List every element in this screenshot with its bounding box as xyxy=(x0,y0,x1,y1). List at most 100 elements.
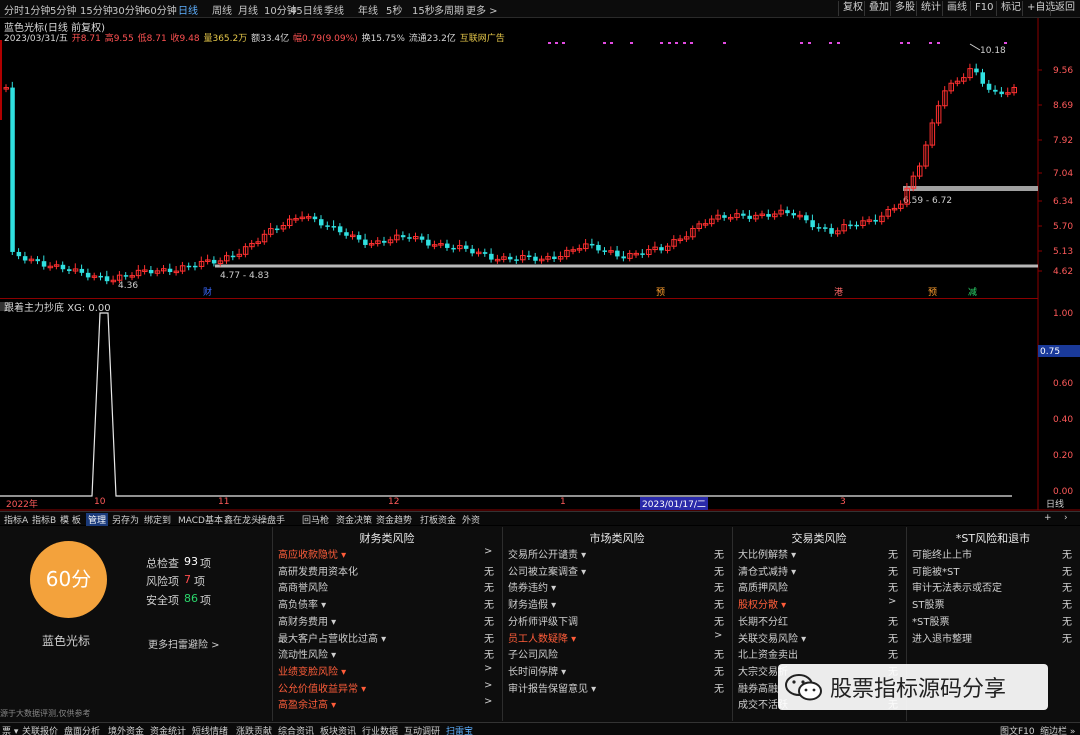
indicator-tab-1[interactable]: 指标B xyxy=(32,513,56,526)
period-13[interactable]: 5秒 xyxy=(386,2,402,17)
status-item-0[interactable]: 票 ▾ xyxy=(2,724,18,735)
indicator-tab-0[interactable]: 指标A xyxy=(4,513,28,526)
risk-row[interactable]: 员工人数疑降 ▾ xyxy=(508,630,576,645)
period-1[interactable]: 1分钟 xyxy=(24,2,50,17)
toolbar-right-3[interactable]: 统计 xyxy=(916,1,945,16)
indicator-tab-6[interactable]: MACD基本 xyxy=(178,513,223,526)
status-item-6[interactable]: 涨跌贡献 xyxy=(236,724,272,735)
risk-row[interactable]: 流动性风险 ▾ xyxy=(278,646,336,661)
period-12[interactable]: 年线 xyxy=(358,2,378,17)
period-2[interactable]: 5分钟 xyxy=(50,2,76,17)
candle-down xyxy=(640,253,645,255)
risk-row[interactable]: 融券高融 xyxy=(738,680,778,695)
status-item-9[interactable]: 行业数据 xyxy=(362,724,398,735)
risk-row[interactable]: 分析师评级下调 xyxy=(508,613,578,628)
price-tick-label: 8.69 xyxy=(1053,101,1073,111)
period-0[interactable]: 分时 xyxy=(4,2,24,17)
risk-row[interactable]: ST股票 xyxy=(912,596,944,611)
risk-row-value: 无 xyxy=(714,616,724,628)
risk-row[interactable]: 高财务费用 ▾ xyxy=(278,613,336,628)
status-item-4[interactable]: 资金统计 xyxy=(150,724,186,735)
period-16[interactable]: 更多 > xyxy=(466,2,498,17)
risk-row[interactable]: *ST股票 xyxy=(912,613,949,628)
risk-row[interactable]: 清仓式减持 ▾ xyxy=(738,563,796,578)
xaxis-period[interactable]: 日线 xyxy=(1046,497,1064,510)
period-5[interactable]: 60分钟 xyxy=(144,2,177,17)
candle-down xyxy=(589,243,595,246)
risk-row[interactable]: 高商誉风险 xyxy=(278,579,328,594)
indicator-tab-3[interactable]: 管理 xyxy=(86,513,109,526)
risk-row[interactable]: 长时间停牌 ▾ xyxy=(508,663,566,678)
toolbar-right-6[interactable]: 标记 xyxy=(996,1,1025,16)
risk-row[interactable]: 关联交易风险 ▾ xyxy=(738,630,806,645)
candle-down xyxy=(148,269,154,274)
risk-row[interactable]: 大比例解禁 ▾ xyxy=(738,546,796,561)
indicator-tab-11[interactable]: 资金趋势 xyxy=(376,513,412,526)
status-item-2[interactable]: 盘面分析 xyxy=(64,724,100,735)
risk-row[interactable]: 可能终止上市 xyxy=(912,546,972,561)
risk-row[interactable]: 财务造假 ▾ xyxy=(508,596,556,611)
toolbar-right-4[interactable]: 画线 xyxy=(942,1,971,16)
status-item-5[interactable]: 短线情绪 xyxy=(192,724,228,735)
risk-row[interactable]: 业绩变脸风险 ▾ xyxy=(278,663,346,678)
risk-row[interactable]: 子公司风险 xyxy=(508,646,558,661)
risk-row[interactable]: 可能被*ST xyxy=(912,563,959,578)
indicator-tab-12[interactable]: 打板资金 xyxy=(420,513,456,526)
status-item-10[interactable]: 互动调研 xyxy=(404,724,440,735)
indicator-tab-9[interactable]: 回马枪 xyxy=(302,513,329,526)
risk-row[interactable]: 债券违约 ▾ xyxy=(508,579,556,594)
period-11[interactable]: 季线 xyxy=(324,2,344,17)
toolbar-right-1[interactable]: 叠加 xyxy=(864,1,893,16)
tab-next-button[interactable]: › xyxy=(1064,513,1068,523)
period-15[interactable]: 多周期 xyxy=(434,2,464,17)
status-item-3[interactable]: 境外资金 xyxy=(108,724,144,735)
period-8[interactable]: 月线 xyxy=(238,2,258,17)
indicator-tab-4[interactable]: 另存为 xyxy=(112,513,139,526)
indicator-tab-13[interactable]: 外资 xyxy=(462,513,480,526)
indicator-tab-2[interactable]: 模 板 xyxy=(60,513,81,526)
period-7[interactable]: 周线 xyxy=(212,2,232,17)
risk-row[interactable]: 公允价值收益异常 ▾ xyxy=(278,680,366,695)
status-item-7[interactable]: 综合资讯 xyxy=(278,724,314,735)
toolbar-right-5[interactable]: F10 xyxy=(970,1,997,16)
status-item-1[interactable]: 关联报价 xyxy=(22,724,58,735)
risk-row[interactable]: 审计报告保留意见 ▾ xyxy=(508,680,596,695)
risk-row[interactable]: 股权分散 ▾ xyxy=(738,596,786,611)
period-3[interactable]: 15分钟 xyxy=(80,2,113,17)
candle-down xyxy=(331,226,337,228)
status-item-8[interactable]: 板块资讯 xyxy=(320,724,356,735)
risk-row[interactable]: 长期不分红 xyxy=(738,613,788,628)
signal-dot xyxy=(668,42,671,44)
price-tick-label: 9.56 xyxy=(1053,66,1073,76)
period-10[interactable]: 45日线 xyxy=(290,2,323,17)
band2-label: 6.59 - 6.72 xyxy=(903,196,952,206)
indicator-tab-5[interactable]: 绑定到 xyxy=(144,513,171,526)
risk-row[interactable]: 高质押风险 xyxy=(738,579,788,594)
status-right-1[interactable]: 缩边栏 » xyxy=(1040,724,1075,735)
toolbar-right-8[interactable]: 返回 xyxy=(1050,1,1079,16)
risk-row[interactable]: 进入退市整理 xyxy=(912,630,972,645)
risk-row[interactable]: 高研发费用资本化 xyxy=(278,563,358,578)
risk-row[interactable]: 公司被立案调查 ▾ xyxy=(508,563,586,578)
risk-row[interactable]: 审计无法表示或否定 xyxy=(912,579,1002,594)
risk-row[interactable]: 交易所公开谴责 ▾ xyxy=(508,546,586,561)
risk-row[interactable]: 北上资金卖出 xyxy=(738,646,798,661)
toolbar-right-0[interactable]: 复权 xyxy=(838,1,867,16)
more-risk-link[interactable]: 更多扫雷避险 > xyxy=(148,636,220,651)
indicator-tab-7[interactable]: 鑫在龙头 xyxy=(224,513,260,526)
status-right-0[interactable]: 图文F10 xyxy=(1000,724,1035,735)
risk-row-value: 无 xyxy=(888,633,898,645)
period-6[interactable]: 日线 xyxy=(178,2,198,17)
indicator-tab-10[interactable]: 资金决策 xyxy=(336,513,372,526)
risk-row-value: > xyxy=(484,696,493,708)
period-14[interactable]: 15秒 xyxy=(412,2,435,17)
risk-row[interactable]: 高负债率 ▾ xyxy=(278,596,326,611)
toolbar-right-2[interactable]: 多股 xyxy=(890,1,919,16)
tab-plus-button[interactable]: + xyxy=(1044,513,1052,523)
status-item-11[interactable]: 扫雷宝 xyxy=(446,724,473,735)
indicator-tab-8[interactable]: 操盘手 xyxy=(258,513,285,526)
period-4[interactable]: 30分钟 xyxy=(112,2,145,17)
risk-row[interactable]: 最大客户占营收比过高 ▾ xyxy=(278,630,386,645)
risk-row[interactable]: 高盈余过高 ▾ xyxy=(278,696,336,711)
risk-row[interactable]: 高应收款隐忧 ▾ xyxy=(278,546,346,561)
